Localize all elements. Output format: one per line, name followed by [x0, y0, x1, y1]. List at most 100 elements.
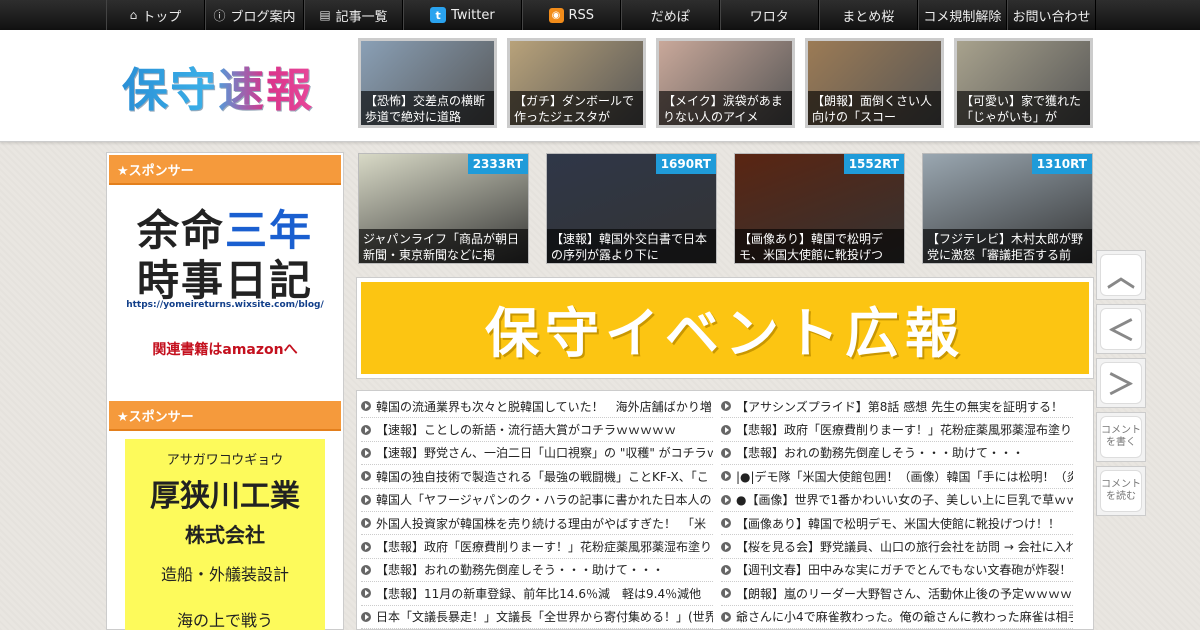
list-item-title: 韓国の流通業界も次々と脱韓国していた！ 海外店舗ばかり増 [376, 399, 712, 414]
list-item[interactable]: 【桜を見る会】野党議員、山口の旅行会社を訪問 → 会社に入れ [721, 535, 1073, 559]
sponsor-heading: ★スポンサー [109, 155, 341, 185]
list-item-title: 【速報】ことしの新語・流行語大賞がコチラｗｗｗｗｗ [376, 423, 677, 438]
nav-item-label: Twitter [451, 7, 495, 23]
list-item-title: 【週刊文春】田中みな実にガチでとんでもない文春砲が炸裂！ [736, 563, 1072, 578]
prev-article-button[interactable]: ＜ [1096, 304, 1146, 354]
sponsor-ad-yomei[interactable]: 余命三年 時事日記 https://yomeireturns.wixsite.c… [107, 187, 343, 399]
list-item[interactable]: 【悲報】おれの勤務先倒産しそう・・・助けて・・・ [361, 559, 713, 583]
header-thumb[interactable]: 【可愛い】家で獲れた「じゃがいも」が [954, 38, 1093, 128]
arrow-bullet-icon [361, 401, 371, 412]
list-item[interactable]: 【悲報】おれの勤務先倒産しそう・・・助けて・・・ [721, 442, 1073, 466]
header-thumb-caption: 【可愛い】家で獲れた「じゃがいも」が [957, 91, 1090, 125]
rt-card-caption: ジャパンライフ「商品が朝日新聞・東京新聞などに掲 [359, 229, 528, 263]
rt-card[interactable]: 2333RT ジャパンライフ「商品が朝日新聞・東京新聞などに掲 [358, 153, 529, 264]
list-item[interactable]: 【速報】野党さん、一泊二日「山口視察」の "収穫" がコチラｗｗ [361, 442, 713, 466]
nav-item[interactable]: コメ規制解除 [917, 0, 1007, 30]
list-item-title: 【桜を見る会】野党議員、山口の旅行会社を訪問 → 会社に入れ [736, 540, 1073, 555]
list-item[interactable]: 【アサシンズプライド】第8話 感想 先生の無実を証明する！ [721, 395, 1073, 419]
list-item[interactable]: 【悲報】11月の新車登録、前年比14.6％減 軽は9.4％減他 [361, 582, 713, 606]
article-lists: 韓国の流通業界も次々と脱韓国していた！ 海外店舗ばかり増 【速報】ことしの新語・流… [356, 390, 1094, 630]
next-article-button[interactable]: ＞ [1096, 358, 1146, 408]
nav-item[interactable]: だめぽ [620, 0, 720, 30]
rt-count-badge: 1690RT [655, 154, 716, 174]
nav-item-label: コメ規制解除 [923, 9, 1002, 25]
rt-count-badge: 2333RT [467, 154, 528, 174]
list-item[interactable]: |●|デモ隊「米国大使館包囲！（画像）韓国「手には松明！（炎 [721, 465, 1073, 489]
chevron-up-icon: ︿ [1100, 254, 1142, 296]
list-item[interactable]: 韓国の独自技術で製造される「最強の戦闘機」ことKF-X、「こ [361, 465, 713, 489]
header-thumb[interactable]: 【メイク】涙袋があまりない人のアイメ [656, 38, 795, 128]
chevron-left-icon: ＜ [1100, 308, 1142, 350]
read-comment-button[interactable]: コメントを読む [1096, 466, 1146, 516]
list-icon: ▤ [319, 8, 331, 22]
nav-item[interactable]: ⓘ ブログ案内 [205, 0, 304, 30]
sponsor-ad-asagawa[interactable]: アサガワコウギョウ 厚狭川工業 株式会社 造船・外艤装設計 海の上で戦う [125, 439, 325, 630]
list-item[interactable]: 【画像あり】韓国で松明デモ、米国大使館に靴投げつけ！！ [721, 512, 1073, 536]
nav-item-label: だめぽ [650, 9, 690, 25]
nav-item[interactable]: ◉ RSS [521, 0, 621, 30]
ad-url: https://yomeireturns.wixsite.com/blog/ [126, 300, 324, 310]
list-item-title: 爺さんに小4で麻雀教わった。俺の爺さんに教わった麻雀は相手 [736, 610, 1073, 625]
nav-item[interactable]: t Twitter [403, 0, 522, 30]
site-logo[interactable]: 保守速報 [122, 54, 314, 120]
list-item[interactable]: ●【画像】世界で1番かわいい女の子、美しい上に巨乳で草ｗｗ [721, 489, 1073, 512]
list-item-title: 【悲報】政府「医療費削りまーす！」花粉症薬風邪薬湿布塗り [736, 423, 1073, 438]
read-comment-label: コメントを読む [1100, 470, 1142, 512]
list-item[interactable]: 【速報】ことしの新語・流行語大賞がコチラｗｗｗｗｗ [361, 418, 713, 442]
list-item[interactable]: 【朗報】嵐のリーダー大野智さん、活動休止後の予定ｗｗｗｗ [721, 582, 1073, 606]
event-banner[interactable]: 保守イベント広報 [356, 277, 1094, 379]
nav-item-label: ワロタ [749, 9, 789, 25]
list-item-title: 【アサシンズプライド】第8話 感想 先生の無実を証明する！ [736, 399, 1064, 414]
list-item-title: 【悲報】11月の新車登録、前年比14.6％減 軽は9.4％減他 [376, 586, 702, 601]
arrow-bullet-icon [361, 518, 371, 529]
arrow-bullet-icon [361, 424, 371, 435]
ad2-corp: 株式会社 [185, 523, 265, 547]
arrow-bullet-icon [721, 401, 731, 412]
rt-card[interactable]: 1690RT 【速報】韓国外交白書で日本の序列が露より下に [546, 153, 717, 264]
article-list-left: 韓国の流通業界も次々と脱韓国していた！ 海外店舗ばかり増 【速報】ことしの新語・流… [361, 395, 713, 629]
arrow-bullet-icon [361, 447, 371, 458]
nav-item-label: まとめ桜 [842, 9, 895, 25]
header-thumb-caption: 【ガチ】ダンボールで作ったジェスタが [510, 91, 643, 125]
arrow-bullet-icon [361, 494, 371, 505]
arrow-bullet-icon [721, 424, 731, 435]
chevron-right-icon: ＞ [1100, 362, 1142, 404]
rt-card-caption: 【フジテレビ】木村太郎が野党に激怒「審議拒否する前 [923, 229, 1092, 263]
header-thumb[interactable]: 【朗報】面倒くさい人向けの「スコー [805, 38, 944, 128]
arrow-bullet-icon [721, 447, 731, 458]
popular-rt-row: 2333RT ジャパンライフ「商品が朝日新聞・東京新聞などに掲 1690RT 【速報】… [358, 153, 1093, 264]
arrow-bullet-icon [721, 541, 731, 552]
nav-item[interactable]: ワロタ [719, 0, 819, 30]
nav-item[interactable]: ▤ 記事一覧 [304, 0, 403, 30]
nav-item-label: RSS [568, 7, 595, 23]
list-item[interactable]: 日本「文議長暴走！」文議長「全世界から寄付集める！」(世界 [361, 606, 713, 629]
nav-item-label: ブログ案内 [230, 9, 296, 25]
write-comment-button[interactable]: コメントを書く [1096, 412, 1146, 462]
arrow-bullet-icon [721, 564, 731, 575]
arrow-bullet-icon [361, 471, 371, 482]
left-sidebar: ★スポンサー 余命三年 時事日記 https://yomeireturns.wi… [106, 152, 344, 630]
header-thumb[interactable]: 【恐怖】交差点の横断歩道で絶対に道路 [358, 38, 497, 128]
header-thumb[interactable]: 【ガチ】ダンボールで作ったジェスタが [507, 38, 646, 128]
list-item[interactable]: 【悲報】政府「医療費削りまーす！」花粉症薬風邪薬湿布塗り [361, 535, 713, 559]
list-item[interactable]: 【悲報】政府「医療費削りまーす！」花粉症薬風邪薬湿布塗り [721, 418, 1073, 442]
list-item[interactable]: 韓国人「ヤフージャパンのク・ハラの記事に書かれた日本人の [361, 489, 713, 512]
header-thumb-caption: 【朗報】面倒くさい人向けの「スコー [808, 91, 941, 125]
header-thumb-caption: 【メイク】涙袋があまりない人のアイメ [659, 91, 792, 125]
ad2-kana: アサガワコウギョウ [166, 453, 284, 468]
nav-item[interactable]: ⌂ トップ [106, 0, 205, 30]
nav-item[interactable]: お問い合わせ [1006, 0, 1097, 30]
list-item[interactable]: 爺さんに小4で麻雀教わった。俺の爺さんに教わった麻雀は相手 [721, 606, 1073, 629]
list-item[interactable]: 【週刊文春】田中みな実にガチでとんでもない文春砲が炸裂！ [721, 559, 1073, 583]
list-item[interactable]: 外国人投資家が韓国株を売り続ける理由がやばすぎた！ 「米 [361, 512, 713, 536]
nav-item-label: 記事一覧 [335, 9, 388, 25]
ad2-service: 造船・外艤装設計 [160, 565, 289, 584]
rt-card[interactable]: 1552RT 【画像あり】韓国で松明デモ、米国大使館に靴投げつ [734, 153, 905, 264]
nav-item[interactable]: まとめ桜 [818, 0, 918, 30]
amazon-link[interactable]: 関連書籍はamazonへ [107, 339, 343, 359]
list-item-title: 【悲報】政府「医療費削りまーす！」花粉症薬風邪薬湿布塗り [376, 540, 713, 555]
arrow-bullet-icon [361, 588, 371, 599]
list-item[interactable]: 韓国の流通業界も次々と脱韓国していた！ 海外店舗ばかり増 [361, 395, 713, 419]
rt-card[interactable]: 1310RT 【フジテレビ】木村太郎が野党に激怒「審議拒否する前 [922, 153, 1093, 264]
scroll-top-button[interactable]: ︿ [1096, 250, 1146, 300]
